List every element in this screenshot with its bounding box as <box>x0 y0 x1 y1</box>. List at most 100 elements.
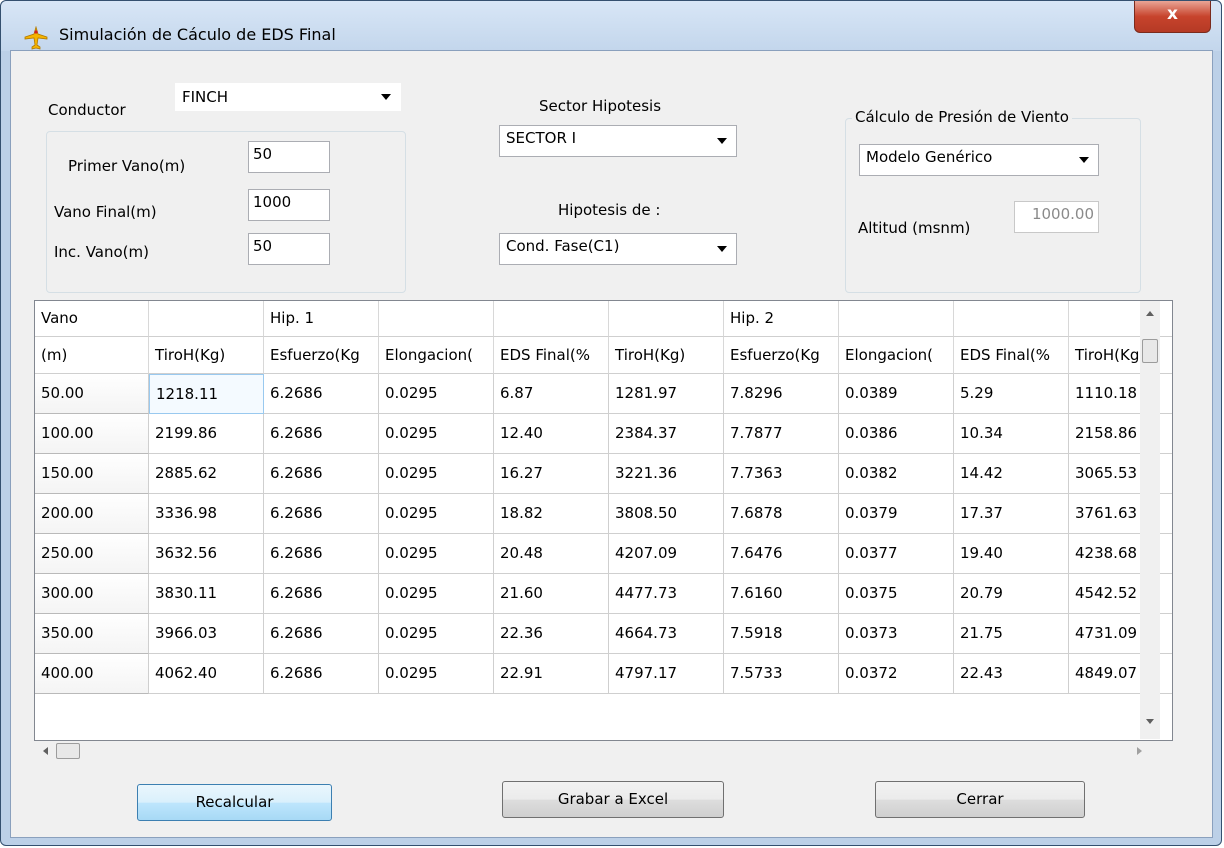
grid-subheader-cell[interactable]: TiroH(Kg) <box>149 337 264 374</box>
grid-subheader-cell[interactable]: Elongacion( <box>839 337 954 374</box>
recalcular-button[interactable]: Recalcular <box>137 784 332 821</box>
table-cell[interactable]: 6.2686 <box>264 654 379 694</box>
table-cell[interactable]: 22.36 <box>494 614 609 654</box>
grid-header-cell[interactable] <box>954 301 1069 337</box>
results-grid[interactable]: Vano Hip. 1 Hip. 2 (m) TiroH(Kg) Esfuerzo(Kg E… <box>34 300 1173 741</box>
table-cell[interactable]: 0.0295 <box>379 654 494 694</box>
grid-header-cell[interactable]: Hip. 2 <box>724 301 839 337</box>
vertical-scroll-thumb[interactable] <box>1142 339 1158 363</box>
table-cell[interactable]: 12.40 <box>494 414 609 454</box>
scroll-right-icon[interactable] <box>1135 745 1145 757</box>
table-cell[interactable]: 17.37 <box>954 494 1069 534</box>
primer-vano-input[interactable]: 50 <box>248 141 330 173</box>
row-header-cell[interactable]: 400.00 <box>35 654 149 694</box>
grid-subheader-cell[interactable]: Esfuerzo(Kg <box>264 337 379 374</box>
table-cell[interactable]: 6.2686 <box>264 614 379 654</box>
grid-header-cell[interactable] <box>609 301 724 337</box>
grid-header-cell[interactable] <box>379 301 494 337</box>
table-cell[interactable]: 7.6160 <box>724 574 839 614</box>
table-cell[interactable]: 2885.62 <box>149 454 264 494</box>
grid-subheader-cell[interactable]: EDS Final(% <box>494 337 609 374</box>
table-cell[interactable]: 6.2686 <box>264 374 379 414</box>
grid-subheader-cell[interactable]: Esfuerzo(Kg <box>724 337 839 374</box>
horizontal-scroll-thumb[interactable] <box>56 743 80 759</box>
table-cell[interactable]: 2384.37 <box>609 414 724 454</box>
scroll-up-icon[interactable] <box>1144 308 1156 318</box>
table-cell[interactable]: 7.5733 <box>724 654 839 694</box>
table-cell[interactable]: 0.0295 <box>379 574 494 614</box>
grid-subheader-cell[interactable]: EDS Final(% <box>954 337 1069 374</box>
grid-header-cell[interactable]: Hip. 1 <box>264 301 379 337</box>
table-cell[interactable]: 6.2686 <box>264 494 379 534</box>
table-cell[interactable]: 0.0295 <box>379 534 494 574</box>
table-cell[interactable]: 3808.50 <box>609 494 724 534</box>
table-cell[interactable]: 20.48 <box>494 534 609 574</box>
table-cell[interactable]: 4207.09 <box>609 534 724 574</box>
table-cell[interactable]: 5.29 <box>954 374 1069 414</box>
table-cell[interactable]: 0.0295 <box>379 414 494 454</box>
sector-select[interactable]: SECTOR I <box>499 125 737 157</box>
grid-subheader-cell[interactable]: TiroH(Kg) <box>609 337 724 374</box>
inc-vano-input[interactable]: 50 <box>248 233 330 265</box>
table-cell[interactable]: 7.7363 <box>724 454 839 494</box>
table-cell[interactable]: 7.8296 <box>724 374 839 414</box>
row-header-cell[interactable]: 300.00 <box>35 574 149 614</box>
scroll-left-icon[interactable] <box>40 745 50 757</box>
table-cell[interactable]: 4664.73 <box>609 614 724 654</box>
table-cell[interactable]: 0.0375 <box>839 574 954 614</box>
table-cell[interactable]: 22.91 <box>494 654 609 694</box>
table-cell[interactable]: 20.79 <box>954 574 1069 614</box>
grid-subheader-cell[interactable]: (m) <box>35 337 149 374</box>
row-header-cell[interactable]: 350.00 <box>35 614 149 654</box>
table-cell[interactable]: 6.2686 <box>264 414 379 454</box>
table-cell[interactable]: 21.60 <box>494 574 609 614</box>
table-cell[interactable]: 3966.03 <box>149 614 264 654</box>
vano-final-input[interactable]: 1000 <box>248 189 330 221</box>
close-window-button[interactable]: x <box>1134 1 1211 33</box>
title-bar[interactable]: Simulación de Cáculo de EDS Final x <box>1 1 1221 51</box>
table-cell[interactable]: 10.34 <box>954 414 1069 454</box>
row-header-cell[interactable]: 250.00 <box>35 534 149 574</box>
table-cell[interactable]: 7.5918 <box>724 614 839 654</box>
table-cell[interactable]: 0.0389 <box>839 374 954 414</box>
table-cell[interactable]: 3830.11 <box>149 574 264 614</box>
cerrar-button[interactable]: Cerrar <box>875 781 1085 818</box>
table-cell[interactable]: 1218.11 <box>149 374 264 414</box>
table-cell[interactable]: 2199.86 <box>149 414 264 454</box>
grid-header-cell[interactable] <box>494 301 609 337</box>
table-cell[interactable]: 0.0372 <box>839 654 954 694</box>
conductor-select[interactable]: FINCH <box>175 83 401 111</box>
table-cell[interactable]: 22.43 <box>954 654 1069 694</box>
grid-header-cell[interactable] <box>149 301 264 337</box>
table-cell[interactable]: 3632.56 <box>149 534 264 574</box>
row-header-cell[interactable]: 150.00 <box>35 454 149 494</box>
table-cell[interactable]: 4477.73 <box>609 574 724 614</box>
horizontal-scrollbar[interactable] <box>35 741 1160 761</box>
table-cell[interactable]: 19.40 <box>954 534 1069 574</box>
table-cell[interactable]: 3221.36 <box>609 454 724 494</box>
table-cell[interactable]: 7.6878 <box>724 494 839 534</box>
modelo-select[interactable]: Modelo Genérico <box>859 144 1099 176</box>
table-cell[interactable]: 6.87 <box>494 374 609 414</box>
grid-header-cell[interactable]: Vano <box>35 301 149 337</box>
table-cell[interactable]: 3336.98 <box>149 494 264 534</box>
table-cell[interactable]: 6.2686 <box>264 534 379 574</box>
table-cell[interactable]: 0.0377 <box>839 534 954 574</box>
table-cell[interactable]: 6.2686 <box>264 574 379 614</box>
table-cell[interactable]: 18.82 <box>494 494 609 534</box>
vertical-scrollbar[interactable] <box>1140 301 1160 739</box>
table-cell[interactable]: 21.75 <box>954 614 1069 654</box>
table-cell[interactable]: 0.0295 <box>379 494 494 534</box>
table-cell[interactable]: 0.0295 <box>379 374 494 414</box>
altitud-input[interactable]: 1000.00 <box>1014 201 1099 233</box>
table-cell[interactable]: 14.42 <box>954 454 1069 494</box>
row-header-cell[interactable]: 100.00 <box>35 414 149 454</box>
table-cell[interactable]: 7.6476 <box>724 534 839 574</box>
row-header-cell[interactable]: 50.00 <box>35 374 149 414</box>
grid-header-cell[interactable] <box>839 301 954 337</box>
scroll-down-icon[interactable] <box>1144 717 1156 727</box>
table-cell[interactable]: 0.0295 <box>379 614 494 654</box>
table-cell[interactable]: 7.7877 <box>724 414 839 454</box>
table-cell[interactable]: 0.0295 <box>379 454 494 494</box>
table-cell[interactable]: 0.0382 <box>839 454 954 494</box>
